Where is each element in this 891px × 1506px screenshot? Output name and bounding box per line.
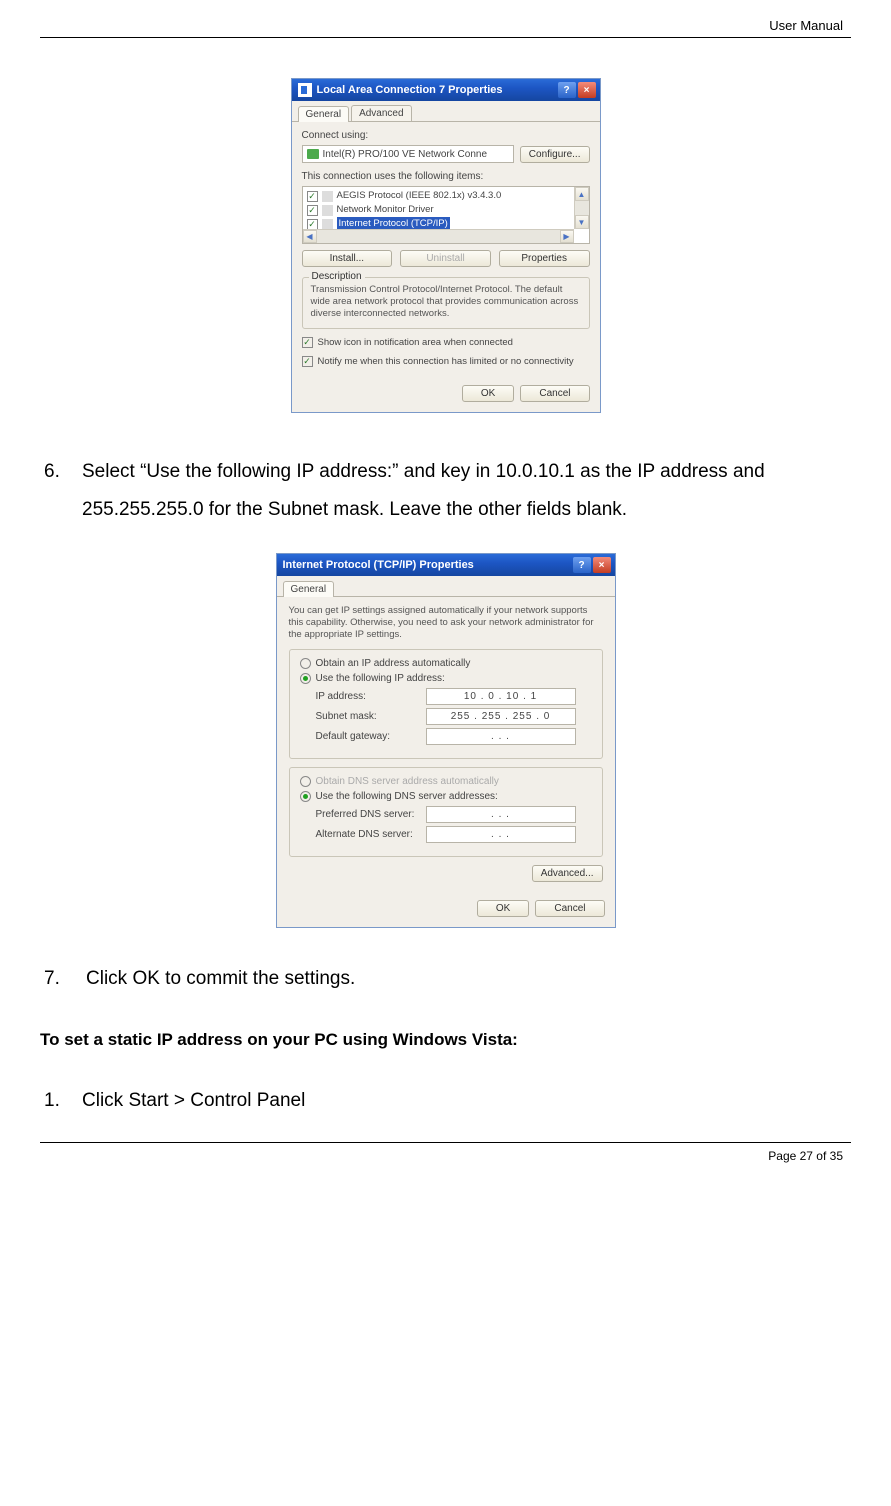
scroll-track[interactable] xyxy=(317,230,560,243)
configure-button[interactable]: Configure... xyxy=(520,146,590,163)
vertical-scrollbar[interactable]: ▲ ▼ xyxy=(574,187,589,229)
step-text: Select “Use the following IP address:” a… xyxy=(82,453,847,529)
list-item[interactable]: ✓ AEGIS Protocol (IEEE 802.1x) v3.4.3.0 xyxy=(305,189,571,203)
ok-button[interactable]: OK xyxy=(462,385,514,402)
show-icon-label: Show icon in notification area when conn… xyxy=(318,337,513,348)
install-button[interactable]: Install... xyxy=(302,250,393,267)
step-7: 7. Click OK to commit the settings. xyxy=(40,968,851,990)
uses-items-label: This connection uses the following items… xyxy=(302,171,590,182)
default-gateway-input[interactable]: . . . xyxy=(426,728,576,745)
protocol-icon xyxy=(322,191,333,202)
step-6: 6. Select “Use the following IP address:… xyxy=(40,453,851,529)
notify-label: Notify me when this connection has limit… xyxy=(318,356,574,367)
use-dns-label: Use the following DNS server addresses: xyxy=(316,791,498,802)
description-groupbox-title: Description xyxy=(309,271,365,282)
tab-general[interactable]: General xyxy=(283,581,335,597)
close-button[interactable]: × xyxy=(578,82,596,98)
advanced-button[interactable]: Advanced... xyxy=(532,865,603,882)
titlebar[interactable]: Internet Protocol (TCP/IP) Properties ? … xyxy=(277,554,615,576)
subnet-mask-input[interactable]: 255 . 255 . 255 . 0 xyxy=(426,708,576,725)
intro-text: You can get IP settings assigned automat… xyxy=(289,605,603,641)
obtain-ip-label: Obtain an IP address automatically xyxy=(316,658,471,669)
radio-icon xyxy=(300,776,311,787)
page-number: Page 27 of 35 xyxy=(40,1143,851,1163)
cancel-button[interactable]: Cancel xyxy=(535,900,604,917)
ip-address-input[interactable]: 10 . 0 . 10 . 1 xyxy=(426,688,576,705)
radio-icon[interactable] xyxy=(300,658,311,669)
protocol-icon xyxy=(322,219,333,230)
connect-using-label: Connect using: xyxy=(302,130,590,141)
checkbox-icon[interactable]: ✓ xyxy=(307,205,318,216)
scroll-left-icon[interactable]: ◀ xyxy=(303,230,317,243)
help-button[interactable]: ? xyxy=(558,82,576,98)
titlebar[interactable]: Local Area Connection 7 Properties ? × xyxy=(292,79,600,101)
window-title: Internet Protocol (TCP/IP) Properties xyxy=(283,559,571,571)
help-button[interactable]: ? xyxy=(573,557,591,573)
checkbox-icon[interactable]: ✓ xyxy=(307,219,318,230)
tab-advanced[interactable]: Advanced xyxy=(351,105,411,121)
ok-button[interactable]: OK xyxy=(477,900,529,917)
window-title: Local Area Connection 7 Properties xyxy=(317,84,556,96)
scroll-up-icon[interactable]: ▲ xyxy=(575,187,589,201)
step-number: 1. xyxy=(44,1090,82,1112)
lan-properties-dialog: Local Area Connection 7 Properties ? × G… xyxy=(291,78,601,413)
radio-icon[interactable] xyxy=(300,673,311,684)
obtain-dns-label: Obtain DNS server address automatically xyxy=(316,776,499,787)
tab-general[interactable]: General xyxy=(298,106,350,122)
list-item[interactable]: ✓ Network Monitor Driver xyxy=(305,203,571,217)
tcpip-properties-dialog: Internet Protocol (TCP/IP) Properties ? … xyxy=(276,553,616,928)
step-number: 7. xyxy=(44,968,86,990)
header-doc-title: User Manual xyxy=(40,18,851,37)
step-1: 1. Click Start > Control Panel xyxy=(40,1090,851,1112)
description-text: Transmission Control Protocol/Internet P… xyxy=(311,284,581,320)
horizontal-scrollbar[interactable]: ◀ ▶ xyxy=(303,229,574,243)
use-ip-label: Use the following IP address: xyxy=(316,673,445,684)
default-gateway-label: Default gateway: xyxy=(316,731,426,742)
alternate-dns-input[interactable]: . . . xyxy=(426,826,576,843)
cancel-button[interactable]: Cancel xyxy=(520,385,589,402)
subnet-mask-label: Subnet mask: xyxy=(316,711,426,722)
section-heading: To set a static IP address on your PC us… xyxy=(40,1030,851,1050)
top-rule xyxy=(40,37,851,38)
preferred-dns-input[interactable]: . . . xyxy=(426,806,576,823)
window-icon xyxy=(298,83,312,97)
protocol-icon xyxy=(322,205,333,216)
checkbox-icon[interactable]: ✓ xyxy=(302,356,313,367)
nic-field[interactable]: Intel(R) PRO/100 VE Network Conne xyxy=(302,145,514,163)
close-button[interactable]: × xyxy=(593,557,611,573)
step-number: 6. xyxy=(44,453,82,529)
item-label: AEGIS Protocol (IEEE 802.1x) v3.4.3.0 xyxy=(337,189,502,203)
nic-icon xyxy=(307,149,319,159)
scroll-track[interactable] xyxy=(575,201,589,215)
checkbox-icon[interactable]: ✓ xyxy=(302,337,313,348)
uninstall-button: Uninstall xyxy=(400,250,491,267)
properties-button[interactable]: Properties xyxy=(499,250,590,267)
checkbox-icon[interactable]: ✓ xyxy=(307,191,318,202)
item-label: Network Monitor Driver xyxy=(337,203,434,217)
ip-address-label: IP address: xyxy=(316,691,426,702)
scroll-right-icon[interactable]: ▶ xyxy=(560,230,574,243)
nic-text: Intel(R) PRO/100 VE Network Conne xyxy=(323,149,488,160)
scroll-down-icon[interactable]: ▼ xyxy=(575,215,589,229)
items-listbox[interactable]: ✓ AEGIS Protocol (IEEE 802.1x) v3.4.3.0 … xyxy=(302,186,590,244)
alternate-dns-label: Alternate DNS server: xyxy=(316,829,426,840)
radio-icon[interactable] xyxy=(300,791,311,802)
step-text: Click OK to commit the settings. xyxy=(86,968,355,990)
preferred-dns-label: Preferred DNS server: xyxy=(316,809,426,820)
step-text: Click Start > Control Panel xyxy=(82,1090,305,1112)
